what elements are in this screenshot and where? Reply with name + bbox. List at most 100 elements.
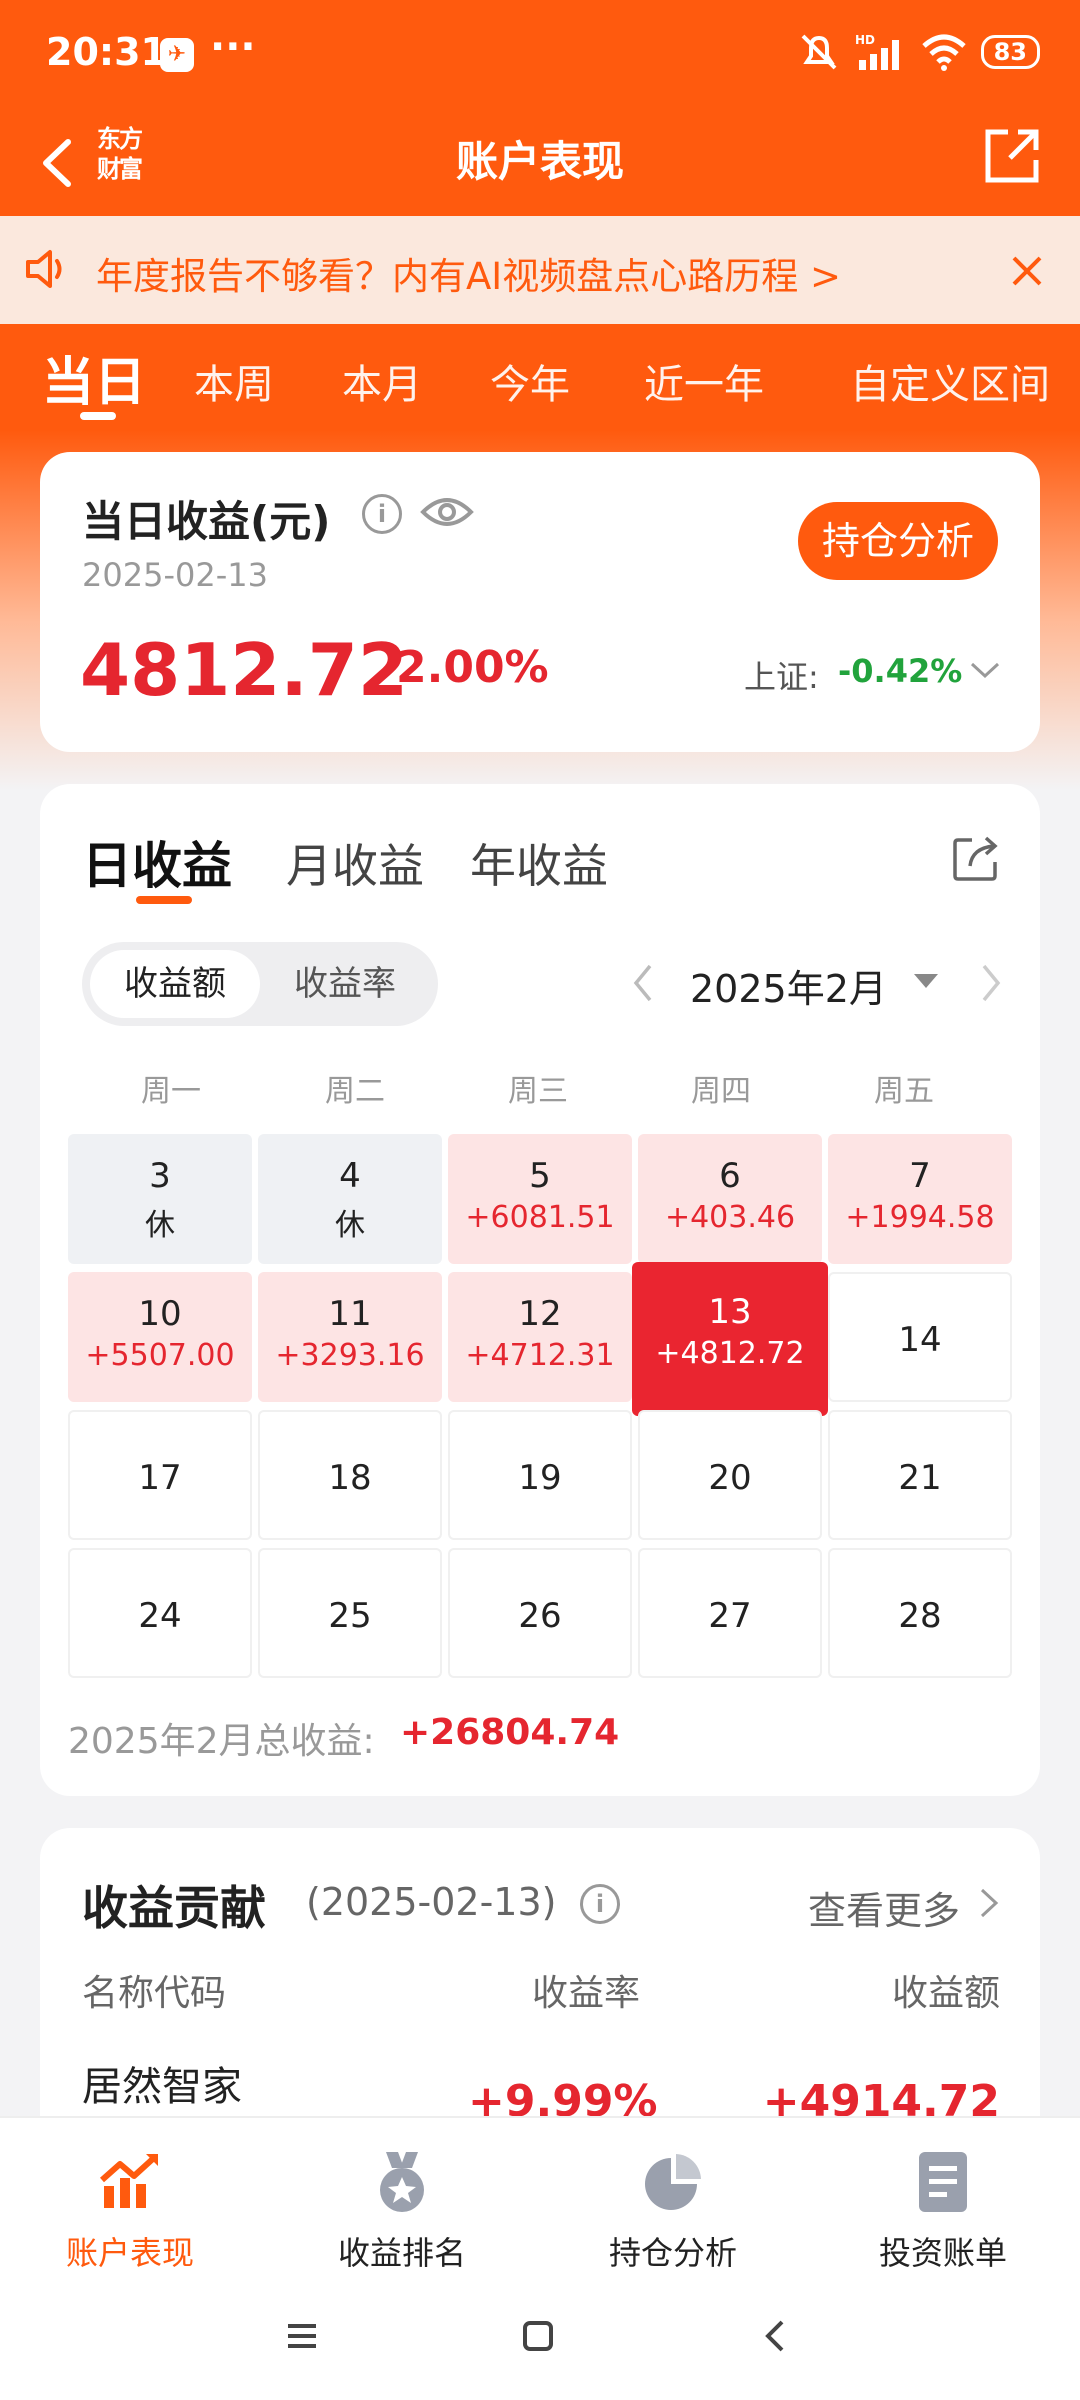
calendar-day[interactable]: 24 — [68, 1548, 252, 1678]
status-time: 20:31 — [46, 30, 167, 74]
banner-text[interactable]: 年度报告不够看？内有AI视频盘点心路历程 > — [96, 246, 841, 300]
bottom-tab-account-performance[interactable]: 账户表现 — [20, 2136, 240, 2276]
promo-banner[interactable]: 年度报告不够看？内有AI视频盘点心路历程 > — [0, 216, 1080, 324]
tab-this-month[interactable]: 本月 — [342, 352, 422, 410]
chevron-left-icon[interactable] — [628, 960, 658, 1006]
more-notifications-icon: ··· — [210, 24, 256, 70]
calendar-day-number: 11 — [328, 1294, 372, 1334]
active-tab-indicator — [136, 896, 192, 904]
back-icon[interactable] — [756, 2316, 796, 2356]
calendar-day[interactable]: 11 +3293.16 — [258, 1272, 442, 1402]
view-more-link[interactable]: 查看更多 — [808, 1880, 960, 1935]
toggle-profit-rate[interactable]: 收益率 — [260, 950, 430, 1018]
calendar-day[interactable]: 4休 — [258, 1134, 442, 1264]
tab-last-year[interactable]: 近一年 — [644, 352, 764, 410]
calendar-day[interactable]: 10 +5507.00 — [68, 1272, 252, 1402]
column-header-rate[interactable]: 收益率 — [532, 1964, 640, 2016]
speaker-icon — [26, 250, 62, 288]
calendar-day-number: 4 — [339, 1156, 361, 1196]
tab-yearly-profit[interactable]: 年收益 — [470, 830, 608, 896]
chevron-right-icon[interactable] — [976, 960, 1006, 1006]
index-label[interactable]: 上证: — [744, 652, 819, 698]
info-icon[interactable]: i — [362, 494, 402, 534]
calendar-day-selected[interactable]: 13 +4812.72 — [632, 1262, 828, 1416]
calendar-day[interactable]: 6 +403.46 — [638, 1134, 822, 1264]
bottom-tab-profit-ranking[interactable]: 收益排名 — [292, 2136, 512, 2276]
calendar-day-number: 25 — [328, 1596, 372, 1636]
chevron-right-icon[interactable] — [978, 1886, 1000, 1920]
active-tab-indicator — [80, 412, 116, 420]
dropdown-triangle-icon[interactable] — [914, 974, 938, 990]
calendar-day-number: 13 — [708, 1292, 752, 1332]
calendar-day[interactable]: 19 — [448, 1410, 632, 1540]
bottom-tab-label: 账户表现 — [65, 2234, 194, 2272]
calendar-day-value: 休 — [145, 1208, 175, 1243]
bottom-tab-label: 持仓分析 — [608, 2234, 737, 2272]
calendar-day-number: 19 — [518, 1458, 562, 1498]
calendar-day-number: 20 — [708, 1458, 752, 1498]
weekday-thu: 周四 — [691, 1074, 751, 1109]
month-selector[interactable]: 2025年2月 — [690, 958, 887, 1013]
calendar-day[interactable]: 18 — [258, 1410, 442, 1540]
calendar-day-number: 27 — [708, 1596, 752, 1636]
weekday-fri: 周五 — [874, 1074, 934, 1109]
calendar-day-number: 3 — [149, 1156, 171, 1196]
weekday-tue: 周二 — [325, 1074, 385, 1109]
summary-date: 2025-02-13 — [82, 556, 268, 594]
calendar-day[interactable]: 27 — [638, 1548, 822, 1678]
column-header-name: 名称代码 — [82, 1973, 227, 2014]
calendar-day[interactable]: 14 — [828, 1272, 1012, 1402]
tab-this-week[interactable]: 本周 — [194, 352, 274, 410]
chevron-down-icon[interactable] — [968, 658, 1002, 682]
calendar-day-value: +5507.00 — [85, 1338, 235, 1373]
calendar-day[interactable]: 17 — [68, 1410, 252, 1540]
bottom-tab-investment-statement[interactable]: 投资账单 — [833, 2136, 1053, 2276]
period-tabs: 当日 本周 本月 今年 近一年 自定义区间 — [0, 330, 1080, 440]
contribution-title: 收益贡献 — [82, 1881, 266, 1935]
tab-monthly-profit[interactable]: 月收益 — [286, 830, 424, 896]
bottom-tab-holdings-analysis[interactable]: 持仓分析 — [563, 2136, 783, 2276]
status-icons: HD 83 — [797, 32, 1040, 72]
tab-custom-range[interactable]: 自定义区间 — [850, 352, 1050, 410]
calendar-day[interactable]: 12 +4712.31 — [448, 1272, 632, 1402]
calendar-day-value: +4812.72 — [655, 1336, 805, 1371]
bottom-tab-label: 收益排名 — [337, 2234, 466, 2272]
calendar-day[interactable]: 5 +6081.51 — [448, 1134, 632, 1264]
calendar-day[interactable]: 26 — [448, 1548, 632, 1678]
index-value[interactable]: -0.42% — [838, 652, 962, 690]
tab-this-year[interactable]: 今年 — [490, 352, 570, 410]
eye-icon[interactable] — [420, 492, 474, 532]
share-icon[interactable] — [980, 124, 1044, 188]
network-type-label: HD — [855, 33, 875, 47]
toggle-profit-amount[interactable]: 收益额 — [90, 950, 260, 1018]
menu-icon[interactable] — [282, 2316, 322, 2356]
calendar-day-number: 17 — [138, 1458, 182, 1498]
calendar-day-number: 10 — [138, 1294, 182, 1334]
home-icon[interactable] — [518, 2316, 558, 2356]
share-icon[interactable] — [952, 834, 1000, 882]
calendar-day[interactable]: 25 — [258, 1548, 442, 1678]
calendar-day-value: +4712.31 — [465, 1338, 615, 1373]
system-navigation-bar — [0, 2276, 1080, 2400]
tab-today[interactable]: 当日 — [42, 340, 146, 415]
month-total-value: +26804.74 — [400, 1712, 620, 1753]
nav-bar: 东方 财富 账户表现 — [0, 110, 1080, 215]
bottom-tab-label: 投资账单 — [878, 2234, 1007, 2272]
summary-title: 当日收益(元) — [82, 497, 331, 546]
tab-daily-profit[interactable]: 日收益 — [82, 826, 232, 898]
wifi-icon — [921, 34, 966, 71]
close-icon[interactable] — [1002, 246, 1052, 296]
calendar-day[interactable]: 21 — [828, 1410, 1012, 1540]
calendar-day-number: 7 — [909, 1156, 931, 1196]
info-icon[interactable]: i — [580, 1884, 620, 1924]
calendar-day-number: 12 — [518, 1294, 562, 1334]
daily-profit-amount: 4812.72 — [80, 628, 408, 712]
column-header-amount[interactable]: 收益额 — [892, 1964, 1000, 2016]
pie-chart-icon — [645, 2154, 701, 2210]
holdings-analysis-button[interactable]: 持仓分析 — [798, 502, 998, 580]
calendar-day[interactable]: 20 — [638, 1410, 822, 1540]
calendar-day[interactable]: 7 +1994.58 — [828, 1134, 1012, 1264]
calendar-day[interactable]: 28 — [828, 1548, 1012, 1678]
calendar-day[interactable]: 3休 — [68, 1134, 252, 1264]
stock-name[interactable]: 居然智家 — [82, 2054, 242, 2112]
